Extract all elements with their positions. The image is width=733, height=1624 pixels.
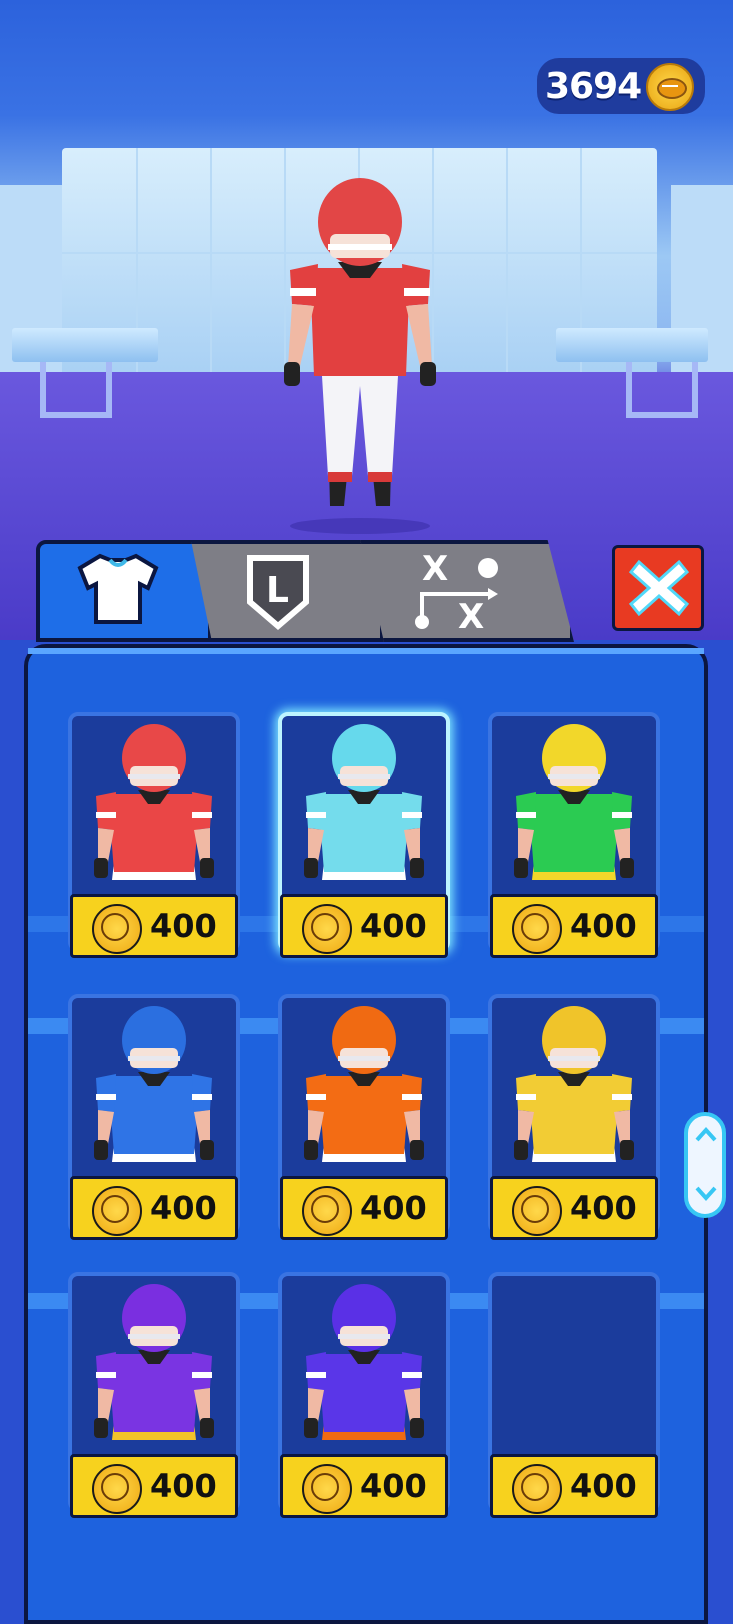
player-figure: [514, 724, 634, 880]
helmet-coin-inner: [311, 1473, 339, 1501]
helmet-coin-inner: [101, 1195, 129, 1223]
player-figure: [304, 724, 424, 880]
outfit-card-orange[interactable]: 400: [278, 994, 450, 1242]
outfit-card-blue[interactable]: 400: [68, 994, 240, 1242]
outfit-card-violet[interactable]: 400: [278, 1272, 450, 1520]
svg-text:X: X: [422, 550, 448, 589]
svg-text:L: L: [266, 570, 289, 611]
price-label: 400: [150, 1189, 217, 1227]
outfit-card-gold[interactable]: 400: [488, 994, 660, 1242]
playbook-icon: X X: [415, 550, 498, 632]
price-label: 400: [360, 1467, 427, 1505]
price-label: 400: [360, 907, 427, 945]
helmet-coin-inner: [521, 1195, 549, 1223]
outfit-card-purple[interactable]: 400: [68, 1272, 240, 1520]
close-button[interactable]: [612, 545, 704, 631]
price-label: 400: [150, 907, 217, 945]
price-label: 400: [570, 907, 637, 945]
outfit-card-cyan[interactable]: 400: [278, 712, 450, 960]
player-figure: [94, 724, 214, 880]
player-preview: [284, 178, 436, 534]
price-label: 400: [570, 1189, 637, 1227]
category-tabs: X X L: [36, 540, 574, 642]
helmet-coin-inner: [521, 1473, 549, 1501]
tab-outfits[interactable]: [36, 540, 212, 642]
price-label: 400: [150, 1467, 217, 1505]
player-figure: [514, 1006, 634, 1162]
chevron-up-icon: [695, 1127, 717, 1142]
scroll-handle[interactable]: [684, 1112, 726, 1218]
svg-text:X: X: [458, 597, 484, 632]
price-label: 400: [360, 1189, 427, 1227]
bench-left: [12, 328, 158, 362]
player-figure: [304, 1006, 424, 1162]
helmet-coin-inner: [101, 913, 129, 941]
helmet-coin-inner: [101, 1473, 129, 1501]
player-figure: [94, 1284, 214, 1440]
player-figure: [94, 1006, 214, 1162]
jersey-icon: [77, 553, 159, 624]
price-label: 400: [570, 1467, 637, 1505]
football-coin-icon: [646, 63, 694, 111]
outfit-card-empty[interactable]: 400: [488, 1272, 660, 1520]
chevron-down-icon: [695, 1186, 717, 1201]
badge-l-icon: L: [247, 555, 309, 630]
outfit-card-red[interactable]: 400: [68, 712, 240, 960]
helmet-coin-inner: [311, 913, 339, 941]
outfit-card-green[interactable]: 400: [488, 712, 660, 960]
close-x-icon: [629, 559, 689, 617]
currency-amount: 3694: [545, 66, 642, 107]
player-figure: [304, 1284, 424, 1440]
bench-right: [556, 328, 708, 362]
helmet-coin-inner: [521, 913, 549, 941]
helmet-coin-inner: [311, 1195, 339, 1223]
tab-badges[interactable]: L: [186, 540, 384, 642]
tab-plays[interactable]: X X: [354, 540, 574, 642]
